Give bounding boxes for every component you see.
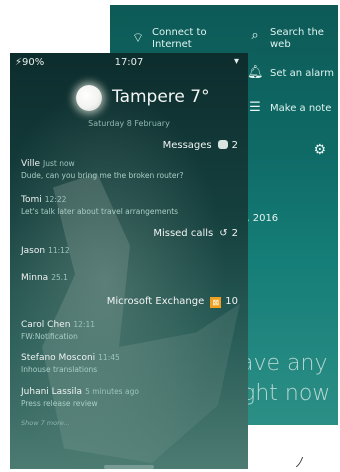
empty-state-line1: ave any xyxy=(240,351,328,376)
message-preview: Let's talk later about travel arrangemen… xyxy=(21,207,179,216)
message-time: 12:22 xyxy=(44,195,67,204)
mail-time: 5 minutes ago xyxy=(85,387,139,396)
empty-state-line2: ight now xyxy=(236,381,331,406)
connect-internet-action[interactable]: Connect to Internet xyxy=(152,27,222,51)
exchange-title: Microsoft Exchange xyxy=(106,296,205,307)
sender-name: Ville xyxy=(21,159,40,169)
caller-name: Minna xyxy=(21,273,49,283)
mail-item[interactable]: Carol Chen 12:11 FW:Notification xyxy=(21,320,95,341)
search-web-action[interactable]: Search the web xyxy=(270,27,330,51)
exchange-count: 10 xyxy=(225,296,238,307)
chat-icon xyxy=(217,140,228,149)
exchange-header[interactable]: Microsoft Exchange ⊠ 10 xyxy=(107,296,238,308)
mail-time: 12:11 xyxy=(73,320,96,329)
mail-sender: Stefano Mosconi xyxy=(21,353,96,363)
message-item[interactable]: Ville Just now Dude, can you bring me the… xyxy=(21,159,184,180)
missed-call-icon: ↺ xyxy=(219,228,228,239)
mail-sender: Carol Chen xyxy=(21,320,71,330)
mail-subject: Press release review xyxy=(21,399,98,408)
search-icon: ⌕ xyxy=(251,28,259,43)
date-label: Saturday 8 February xyxy=(88,119,170,128)
call-item[interactable]: Jason 11:12 xyxy=(21,246,70,256)
wifi-icon: ⌔ xyxy=(131,31,145,46)
missed-calls-header[interactable]: Missed calls ↺ 2 xyxy=(153,228,238,239)
mail-item[interactable]: Juhani Lassila 5 minutes ago Press releas… xyxy=(21,387,139,408)
pulley-indicator xyxy=(104,465,154,469)
messages-count: 2 xyxy=(231,140,238,151)
exchange-icon: ⊠ xyxy=(210,297,222,308)
mail-item[interactable]: Stefano Mosconi 11:45 Inhouse translation… xyxy=(21,353,120,374)
caller-name: Jason xyxy=(21,246,46,256)
call-item[interactable]: Minna 25.1 xyxy=(21,273,68,283)
mail-subject: FW:Notification xyxy=(21,332,78,341)
signature-mark: ﾉ xyxy=(295,455,302,471)
missed-calls-count: 2 xyxy=(231,228,238,239)
call-time: 11:12 xyxy=(48,246,70,255)
missed-calls-title: Missed calls xyxy=(153,228,214,239)
wifi-icon: ▾ xyxy=(233,56,239,67)
message-preview: Dude, can you bring me the broken router… xyxy=(21,171,184,180)
clock: 17:07 xyxy=(114,57,144,68)
weather-sun-icon xyxy=(76,85,102,111)
messages-title: Messages xyxy=(162,140,212,151)
message-item[interactable]: Tomi 12:22 Let's talk later about travel … xyxy=(21,195,178,216)
call-time: 25.1 xyxy=(51,273,68,282)
show-more-link[interactable]: Show 7 more... xyxy=(21,419,70,427)
bell-icon: 🔔︎ xyxy=(247,65,264,80)
make-note-action[interactable]: Make a note xyxy=(270,103,331,115)
mail-time: 11:45 xyxy=(98,353,120,362)
sender-name: Tomi xyxy=(21,195,42,205)
note-icon: ☰ xyxy=(249,100,261,115)
weather-city-temp: Tampere 7° xyxy=(112,87,210,107)
mail-sender: Juhani Lassila xyxy=(21,387,83,397)
set-alarm-action[interactable]: Set an alarm xyxy=(270,68,334,80)
messages-header[interactable]: Messages 2 xyxy=(163,140,238,151)
message-time: Just now xyxy=(43,159,75,168)
gear-icon[interactable]: ⚙ xyxy=(313,142,326,158)
mail-subject: Inhouse translations xyxy=(21,365,98,374)
lock-screen: ⚡90% 17:07 ▾ Tampere 7° Saturday 8 Febru… xyxy=(10,53,248,469)
weather-widget[interactable]: Tampere 7° xyxy=(76,85,216,111)
status-bar: ⚡90% 17:07 ▾ xyxy=(15,56,243,71)
